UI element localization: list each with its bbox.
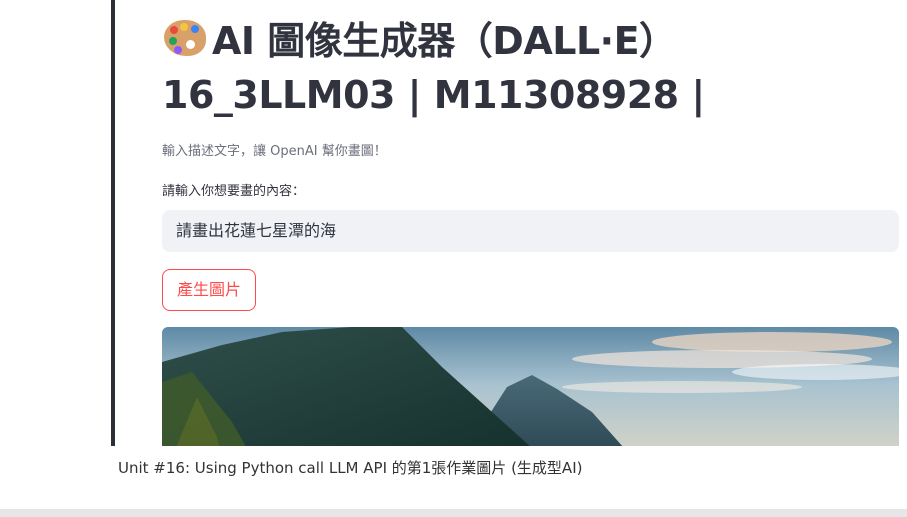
prompt-input[interactable]: 請畫出花蓮七星潭的海 [162,210,899,252]
app-panel: AI 圖像生成器（DALL·E） 16_3LLM03 | M11308928 |… [115,0,907,446]
generate-image-button[interactable]: 產生圖片 [162,269,256,311]
page-title: AI 圖像生成器（DALL·E） 16_3LLM03 | M11308928 | [162,14,902,122]
description-text: 輸入描述文字，讓 OpenAI 幫你畫圖！ [162,144,387,159]
prompt-input-label: 請輸入你想要畫的內容： [162,184,306,199]
artist-palette-icon [162,18,208,58]
generated-image [162,327,899,446]
title-line-2: 16_3LLM03 | M11308928 | [162,73,705,117]
title-line-1: AI 圖像生成器（DALL·E） [212,19,677,63]
footer-caption: Unit #16: Using Python call LLM API 的第1張… [118,459,583,477]
page-bottom-strip [0,509,907,517]
